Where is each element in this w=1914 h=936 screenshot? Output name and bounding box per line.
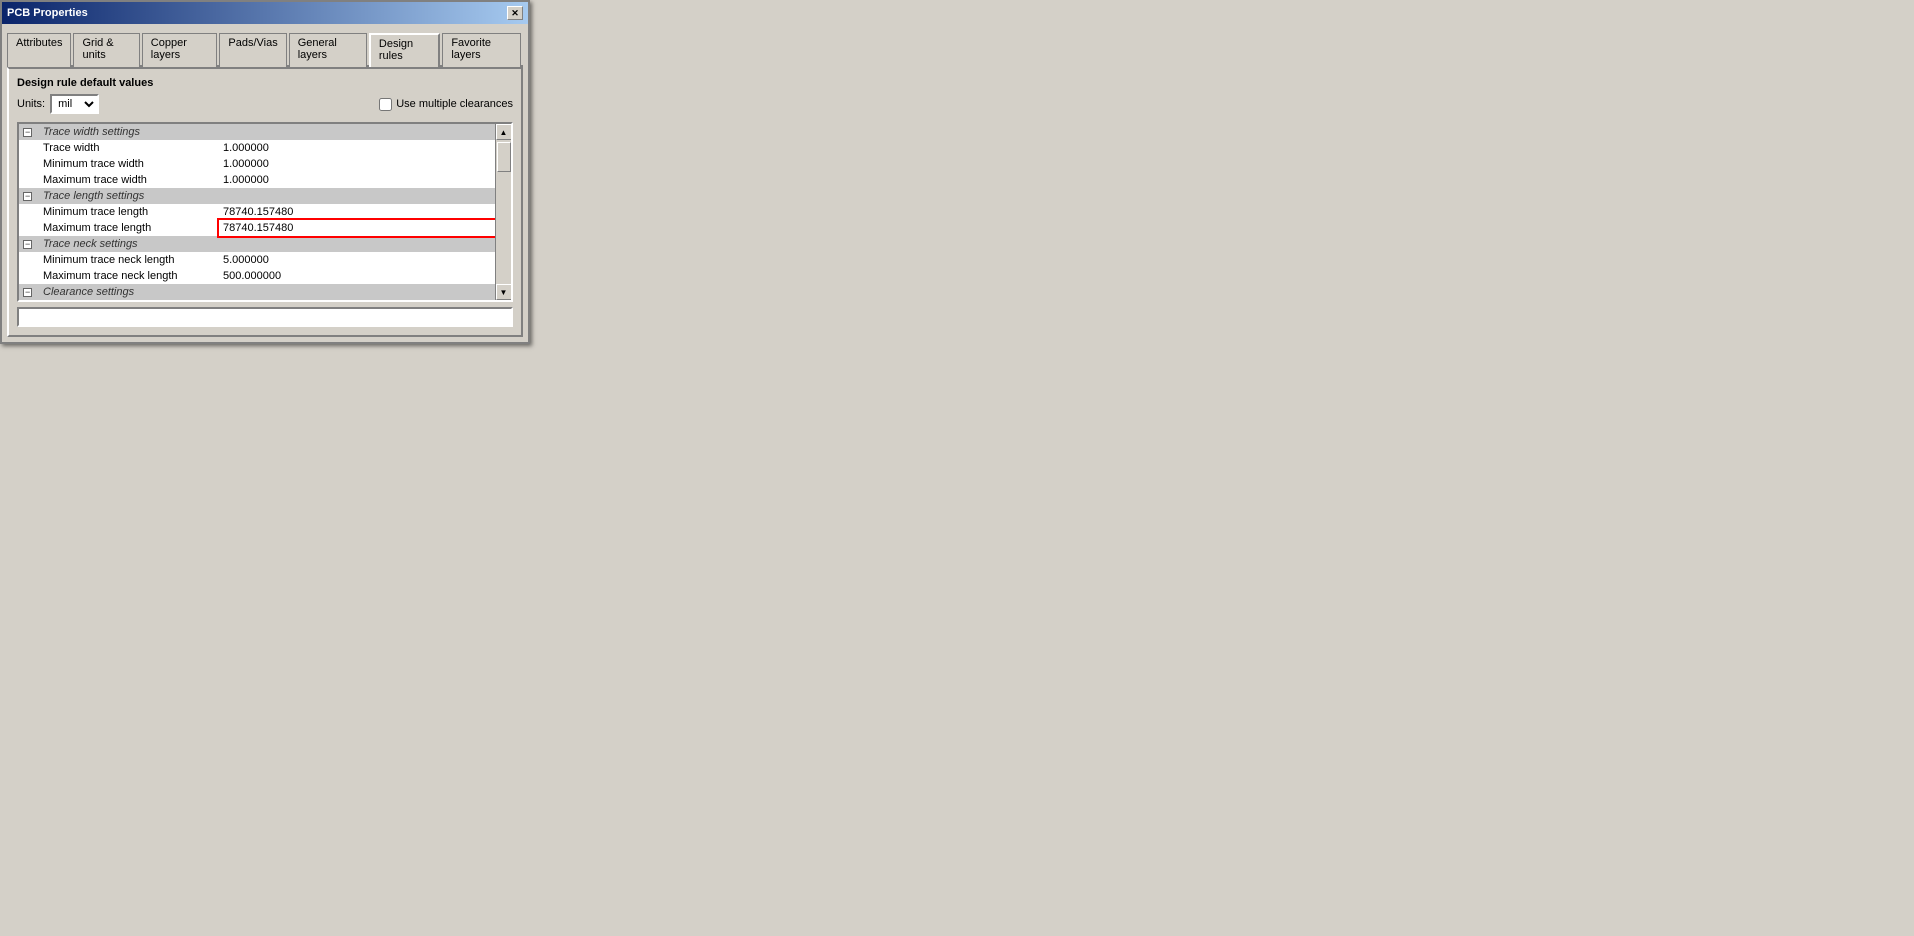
prop-value-max-trace-length[interactable]: 78740.157480 <box>219 220 511 236</box>
minus-icon-clearance[interactable]: − <box>23 288 32 297</box>
group-trace-neck-label: Trace neck settings <box>39 236 511 252</box>
group-trace-neck-header: − Trace neck settings <box>19 236 511 252</box>
tab-pads-vias[interactable]: Pads/Vias <box>219 33 286 67</box>
group-clearance-label: Clearance settings <box>39 284 511 300</box>
prop-name-min-trace-width: Minimum trace width <box>39 156 219 172</box>
group-clearance-header: − Clearance settings <box>19 284 511 300</box>
panel-title: Design rule default values <box>17 77 513 89</box>
bottom-area <box>17 307 513 327</box>
units-row: Units: mil mm inch Use multiple clearanc… <box>17 94 513 114</box>
properties-table-wrapper: − Trace width settings Trace width 1.000… <box>17 122 513 302</box>
prop-name-min-trace-length: Minimum trace length <box>39 204 219 220</box>
prop-name-max-trace-length: Maximum trace length <box>39 220 219 236</box>
collapse-trace-length[interactable]: − <box>19 188 39 204</box>
minus-icon-trace-neck[interactable]: − <box>23 240 32 249</box>
title-bar: PCB Properties ✕ <box>2 2 528 24</box>
scroll-down-button[interactable]: ▼ <box>496 284 512 300</box>
units-left: Units: mil mm inch <box>17 94 99 114</box>
table-row: Maximum trace neck length 500.000000 <box>19 268 511 284</box>
prop-value-clearance-traces[interactable]: 12.000000 <box>219 300 511 302</box>
prop-value-min-trace-width[interactable]: 1.000000 <box>219 156 511 172</box>
table-row: Minimum trace length 78740.157480 <box>19 204 511 220</box>
table-row: Clearance to traces 12.000000 <box>19 300 511 302</box>
scrollbar[interactable]: ▲ ▼ <box>495 124 511 300</box>
window-content: Attributes Grid & units Copper layers Pa… <box>2 24 528 342</box>
prop-value-min-trace-length[interactable]: 78740.157480 <box>219 204 511 220</box>
design-rules-panel: Design rule default values Units: mil mm… <box>7 67 523 337</box>
table-row: Minimum trace neck length 5.000000 <box>19 252 511 268</box>
prop-name-max-trace-neck: Maximum trace neck length <box>39 268 219 284</box>
multiple-clearances-text: Use multiple clearances <box>396 98 513 110</box>
tab-general-layers[interactable]: General layers <box>289 33 367 67</box>
tab-attributes[interactable]: Attributes <box>7 33 71 67</box>
table-row: Maximum trace width 1.000000 <box>19 172 511 188</box>
tabs-container: Attributes Grid & units Copper layers Pa… <box>7 29 523 67</box>
collapse-clearance[interactable]: − <box>19 284 39 300</box>
table-row: Minimum trace width 1.000000 <box>19 156 511 172</box>
group-trace-length-label: Trace length settings <box>39 188 511 204</box>
prop-name-clearance-traces: Clearance to traces <box>39 300 219 302</box>
window-title: PCB Properties <box>7 7 88 19</box>
close-button[interactable]: ✕ <box>507 6 523 20</box>
properties-table: − Trace width settings Trace width 1.000… <box>19 124 511 302</box>
pcb-properties-window: PCB Properties ✕ Attributes Grid & units… <box>0 0 530 344</box>
prop-name-min-trace-neck: Minimum trace neck length <box>39 252 219 268</box>
tab-grid-units[interactable]: Grid & units <box>73 33 139 67</box>
group-trace-length-header: − Trace length settings <box>19 188 511 204</box>
multiple-clearances-checkbox[interactable] <box>379 98 392 111</box>
minus-icon-trace-width[interactable]: − <box>23 128 32 137</box>
minus-icon-trace-length[interactable]: − <box>23 192 32 201</box>
prop-value-trace-width[interactable]: 1.000000 <box>219 140 511 156</box>
title-bar-controls: ✕ <box>507 6 523 20</box>
multiple-clearances-label[interactable]: Use multiple clearances <box>379 98 513 111</box>
collapse-trace-neck[interactable]: − <box>19 236 39 252</box>
tab-design-rules[interactable]: Design rules <box>369 33 440 67</box>
table-row: Maximum trace length 78740.157480 <box>19 220 511 236</box>
tab-favorite-layers[interactable]: Favorite layers <box>442 33 521 67</box>
scrollbar-thumb[interactable] <box>497 142 511 172</box>
units-label: Units: <box>17 98 45 110</box>
group-trace-width-header: − Trace width settings <box>19 124 511 140</box>
units-select[interactable]: mil mm inch <box>50 94 99 114</box>
prop-value-max-trace-neck[interactable]: 500.000000 <box>219 268 511 284</box>
collapse-trace-width[interactable]: − <box>19 124 39 140</box>
prop-value-max-trace-width[interactable]: 1.000000 <box>219 172 511 188</box>
scroll-up-button[interactable]: ▲ <box>496 124 512 140</box>
tab-copper-layers[interactable]: Copper layers <box>142 33 218 67</box>
prop-name-trace-width: Trace width <box>39 140 219 156</box>
group-trace-width-label: Trace width settings <box>39 124 511 140</box>
prop-value-min-trace-neck[interactable]: 5.000000 <box>219 252 511 268</box>
table-row: Trace width 1.000000 <box>19 140 511 156</box>
prop-name-max-trace-width: Maximum trace width <box>39 172 219 188</box>
